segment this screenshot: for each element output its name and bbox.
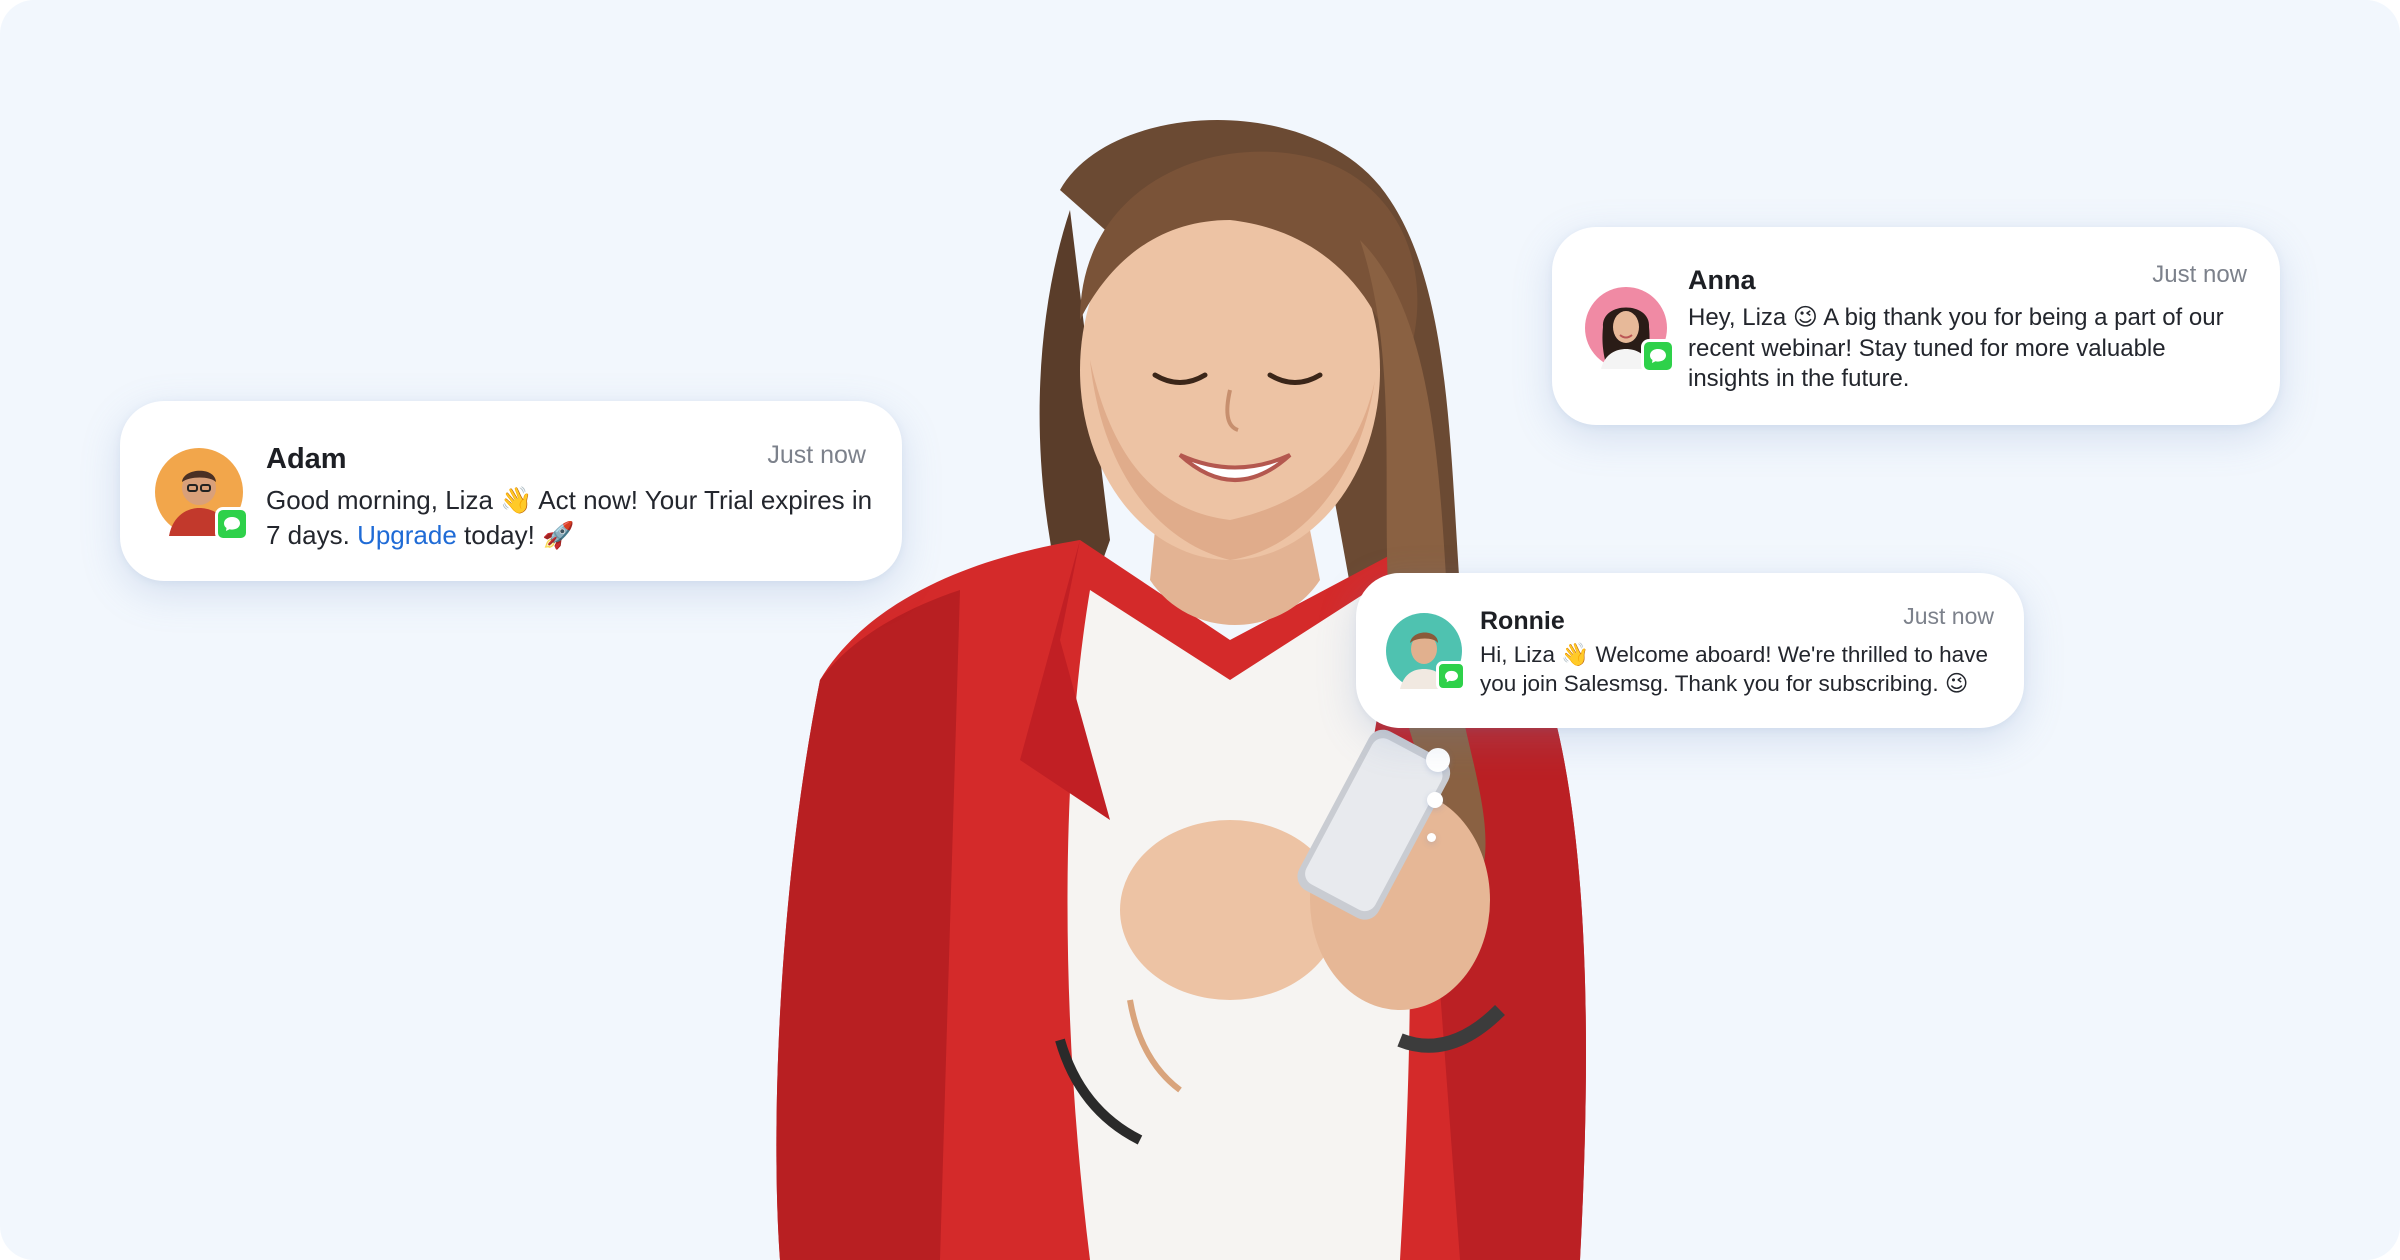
timestamp: Just now [2152,261,2247,288]
notification-card-anna[interactable]: Anna Just now Hey, Liza 😉 A big thank yo… [1552,227,2280,425]
hero-stage: Adam Just now Good morning, Liza 👋 Act n… [0,0,2400,1260]
message-bubble-icon [1641,339,1675,373]
message-text: Hi, Liza 👋 Welcome aboard! We're thrille… [1480,642,1988,696]
timestamp: Just now [1903,603,1994,629]
message-text: Good morning, Liza 👋 Act now! Your Trial… [266,483,876,554]
notification-card-ronnie[interactable]: Ronnie Just now Hi, Liza 👋 Welcome aboar… [1356,573,2024,728]
sender-name: Anna [1688,265,1756,295]
message-bubble-icon [1436,661,1466,691]
thought-bubble-dot [1427,833,1436,842]
sender-name: Ronnie [1480,607,1565,635]
thought-bubble-dot [1426,748,1450,772]
message-text-end: today! 🚀 [456,520,575,551]
upgrade-link[interactable]: Upgrade [357,520,457,550]
notification-card-adam[interactable]: Adam Just now Good morning, Liza 👋 Act n… [120,401,902,581]
message-bubble-icon [215,507,249,541]
timestamp: Just now [767,441,866,469]
message-text: Hey, Liza 😉 A big thank you for being a … [1688,304,2224,393]
sender-name: Adam [266,443,347,475]
thought-bubble-dot [1427,792,1443,808]
